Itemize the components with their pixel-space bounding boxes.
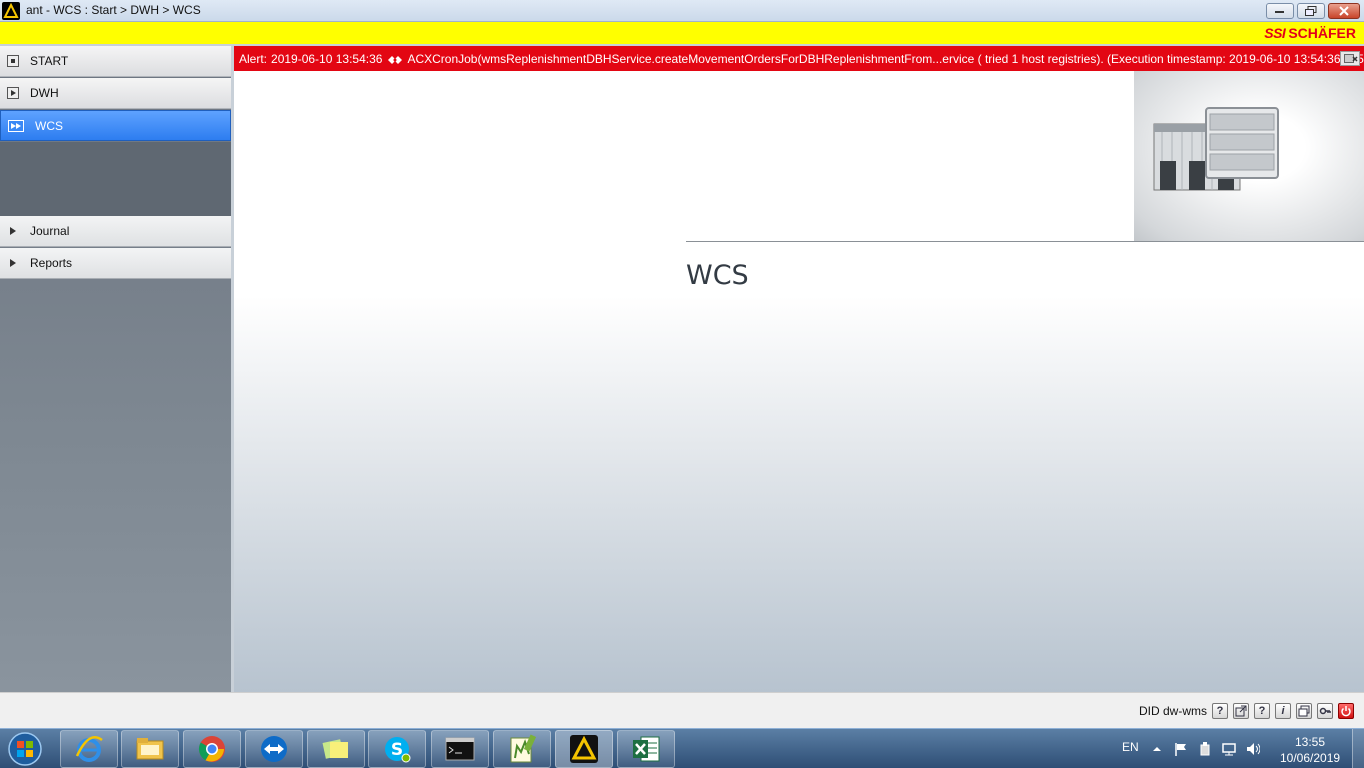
external-link-icon[interactable] (1233, 703, 1249, 719)
volume-icon[interactable] (1246, 742, 1260, 756)
action-center-flag-icon[interactable] (1174, 742, 1188, 756)
nav-item-label: DWH (30, 86, 59, 100)
ssi-schaefer-logo: SSI SCHÄFER (1264, 25, 1356, 41)
skype-icon[interactable]: S (368, 730, 426, 768)
notepadpp-icon[interactable] (493, 730, 551, 768)
svg-text:S: S (391, 740, 403, 760)
brand-bar: SSI SCHÄFER (0, 22, 1364, 44)
play-square-icon (7, 87, 19, 99)
window-titlebar: ant - WCS : Start > DWH > WCS (0, 0, 1364, 22)
brand-ssi-text: SSI (1264, 25, 1286, 41)
fast-forward-square-icon (8, 119, 24, 132)
nav-item-dwh[interactable]: DWH (0, 78, 231, 109)
restore-button[interactable] (1297, 3, 1325, 19)
alert-message: ACXCronJob(wmsReplenishmentDBHService.cr… (407, 51, 1364, 66)
sticky-notes-icon[interactable] (307, 730, 365, 768)
teamviewer-icon[interactable] (245, 730, 303, 768)
stop-square-icon (7, 55, 19, 67)
key-icon[interactable] (1317, 703, 1333, 719)
warehouse-storage-icon (1152, 106, 1282, 196)
windows-icon[interactable] (1296, 703, 1312, 719)
section-reports[interactable]: Reports (0, 248, 231, 279)
section-label: Journal (30, 224, 70, 238)
alert-dismiss-button[interactable] (1340, 51, 1360, 66)
alert-diamond-icon (388, 54, 403, 64)
nav-item-label: START (30, 54, 69, 68)
excel-icon[interactable] (617, 730, 675, 768)
alert-banner: Alert: 2019-06-10 13:54:36 ACXCronJob(wm… (234, 46, 1364, 71)
internet-explorer-icon[interactable] (60, 730, 118, 768)
alert-timestamp: 2019-06-10 13:54:36 (271, 51, 383, 66)
language-indicator[interactable]: EN (1122, 740, 1139, 754)
brand-schaefer-text: SCHÄFER (1288, 25, 1356, 41)
nav-item-start[interactable]: START (0, 46, 231, 77)
close-window-button[interactable] (1328, 3, 1360, 19)
file-explorer-icon[interactable] (121, 730, 179, 768)
clock-time: 13:55 (1294, 735, 1326, 749)
help-icon[interactable]: ? (1212, 703, 1228, 719)
section-label: Reports (30, 256, 73, 270)
clock-date: 10/06/2019 (1280, 751, 1341, 765)
cmd-icon[interactable] (431, 730, 489, 768)
sidebar: START DWH WCS Journal Reports (0, 46, 231, 692)
nav-item-label: WCS (35, 118, 63, 133)
network-icon[interactable] (1222, 742, 1236, 756)
main-content: Alert: 2019-06-10 13:54:36 ACXCronJob(wm… (234, 46, 1364, 692)
page-title: WCS (686, 260, 749, 291)
nav-empty-area (0, 142, 231, 216)
section-journal[interactable]: Journal (0, 216, 231, 247)
minimize-button[interactable] (1266, 3, 1294, 19)
window-title: ant - WCS : Start > DWH > WCS (26, 3, 201, 17)
show-hidden-icons-icon[interactable] (1152, 742, 1166, 756)
nav-item-wcs[interactable]: WCS (0, 110, 231, 141)
show-desktop-button[interactable] (1352, 729, 1364, 768)
windows-start-button[interactable] (6, 731, 44, 767)
clock[interactable]: 13:55 10/06/2019 (1280, 734, 1340, 766)
taskbar: S EN 13:55 10/06/2019 (0, 728, 1364, 768)
help-context-icon[interactable]: ? (1254, 703, 1270, 719)
usb-device-icon[interactable] (1198, 742, 1212, 756)
chrome-icon[interactable] (183, 730, 241, 768)
power-icon[interactable] (1338, 703, 1354, 719)
expand-arrow-icon (10, 259, 16, 267)
expand-arrow-icon (10, 227, 16, 235)
user-label: DID dw-wms (1139, 704, 1207, 718)
info-icon[interactable]: i (1275, 703, 1291, 719)
title-divider (686, 241, 1364, 242)
ant-app-icon[interactable] (555, 730, 613, 768)
ant-app-icon (2, 2, 20, 20)
alert-prefix: Alert: (239, 51, 268, 66)
status-bar: DID dw-wms ? ? i (0, 692, 1364, 728)
